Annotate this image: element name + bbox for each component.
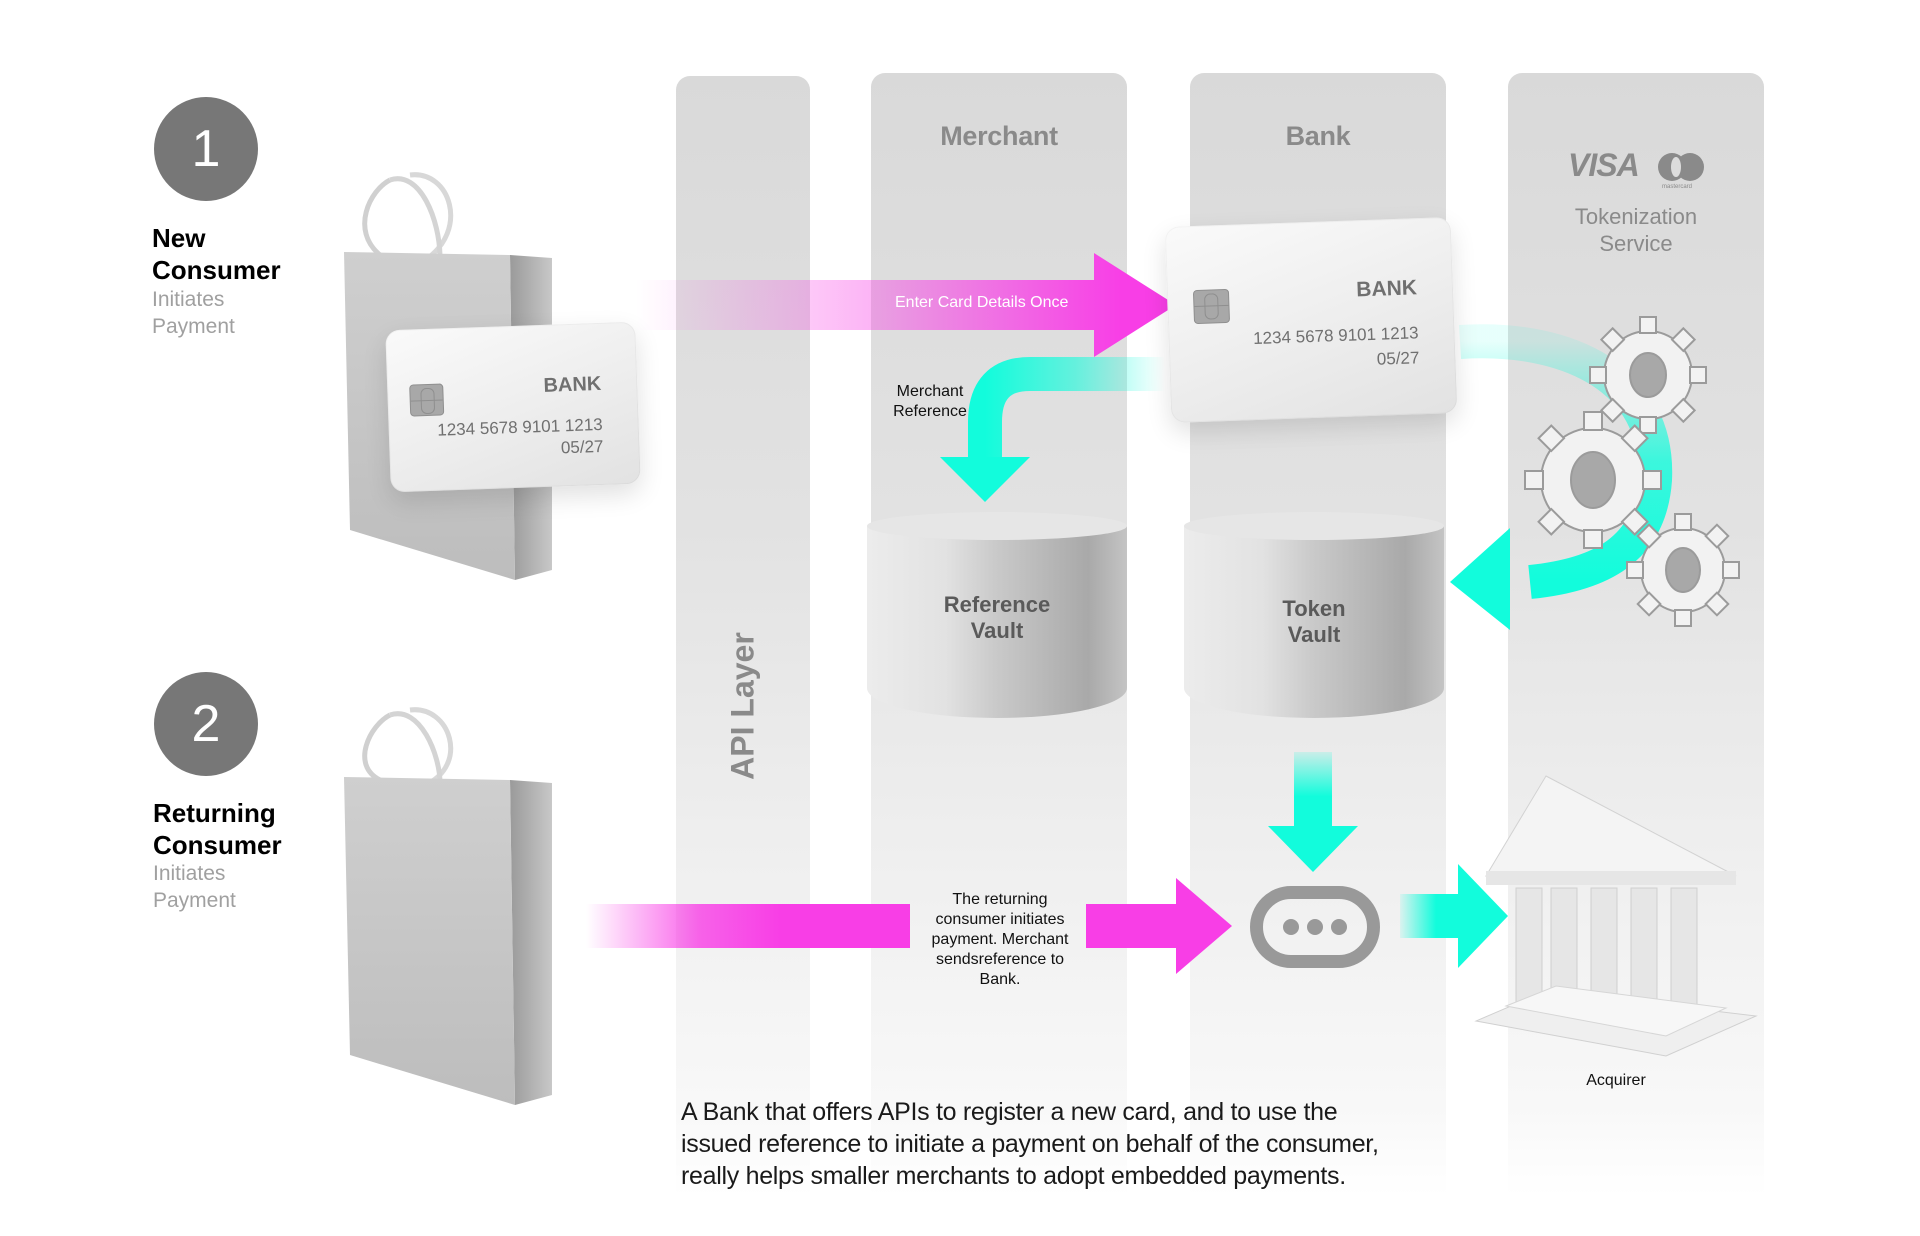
reference-vault-label: Reference Vault: [864, 592, 1130, 644]
acquirer-label: Acquirer: [1586, 1072, 1646, 1089]
bank-card-tokenized: BANK 1234 5678 9101 1213 05/27: [1164, 217, 1458, 423]
api-layer-lane: API Layer: [676, 76, 810, 1196]
step-2-badge: 2: [154, 672, 258, 776]
card-chip-icon: [1192, 288, 1231, 325]
mastercard-wordmark: mastercard: [1662, 184, 1693, 190]
card-number: 1234 5678 9101 1213: [1252, 323, 1419, 349]
step-1-number: 1: [191, 120, 221, 178]
step-1-title-line2: Consumer: [152, 255, 281, 285]
gears-icon: [1524, 316, 1740, 627]
caption-line1: A Bank that offers APIs to register a ne…: [681, 1098, 1338, 1126]
caption-line2: issued reference to initiate a payment o…: [681, 1130, 1379, 1158]
returning-label-line2: consumer initiates: [935, 911, 1065, 928]
step-1-sub-line1: Initiates: [152, 288, 225, 311]
merchant-reference-line2: Reference: [893, 403, 967, 420]
step-2-number: 2: [191, 695, 221, 753]
enter-card-label: Enter Card Details Once: [895, 294, 1069, 311]
step-1-title-line1: New: [152, 223, 206, 253]
card-expiry: 05/27: [1376, 348, 1420, 369]
step-1-badge: 1: [154, 97, 258, 201]
returning-label-line4: sendsreference to: [935, 951, 1065, 968]
step-1-sub-line2: Payment: [152, 315, 235, 338]
bank-lane-title: Bank: [1285, 121, 1351, 151]
card-bank-name: BANK: [1355, 276, 1418, 302]
returning-label-line5: Bank.: [979, 971, 1021, 988]
api-layer-label: API Layer: [724, 632, 761, 780]
card-expiry: 05/27: [560, 436, 604, 458]
visa-logo: VISA: [1568, 147, 1640, 183]
bank-api-connector-icon: [1250, 886, 1380, 968]
token-vault-label: Token Vault: [1181, 596, 1447, 648]
tokenization-title-line1: Tokenization: [1574, 204, 1698, 229]
returning-label-line3: payment. Merchant: [931, 931, 1069, 948]
card-bank-name: BANK: [543, 372, 602, 397]
token-vault-line2: Vault: [1287, 622, 1341, 647]
step-2-sub-line2: Payment: [153, 889, 236, 912]
token-vault-line1: Token: [1282, 596, 1346, 621]
merchant-reference-line1: Merchant: [896, 383, 964, 400]
reference-vault-line2: Vault: [970, 618, 1024, 643]
merchant-lane-title: Merchant: [940, 121, 1058, 151]
step-2-title-line2: Consumer: [153, 830, 282, 860]
shopping-bag-icon: [344, 707, 552, 1105]
diagram-caption: A Bank that offers APIs to register a ne…: [681, 1096, 1501, 1192]
card-chip-icon: [409, 383, 445, 417]
caption-line3: really helps smaller merchants to adopt …: [681, 1162, 1346, 1190]
returning-label-line1: The returning: [952, 891, 1048, 908]
returning-payment-arrow: [586, 878, 1232, 974]
tokenization-title-line2: Service: [1599, 231, 1673, 256]
merchant-reference-label: Merchant Reference: [880, 382, 980, 422]
returning-payment-label: The returning consumer initiates payment…: [915, 890, 1085, 990]
token-down-arrow: [1268, 752, 1358, 872]
step-2-sub-line1: Initiates: [153, 862, 226, 885]
reference-vault-line1: Reference: [943, 592, 1051, 617]
step-2-title-line1: Returning: [153, 798, 276, 828]
acquirer-bank-building-icon: [1474, 775, 1758, 1057]
bank-card-new-consumer: BANK 1234 5678 9101 1213 05/27: [385, 321, 641, 493]
